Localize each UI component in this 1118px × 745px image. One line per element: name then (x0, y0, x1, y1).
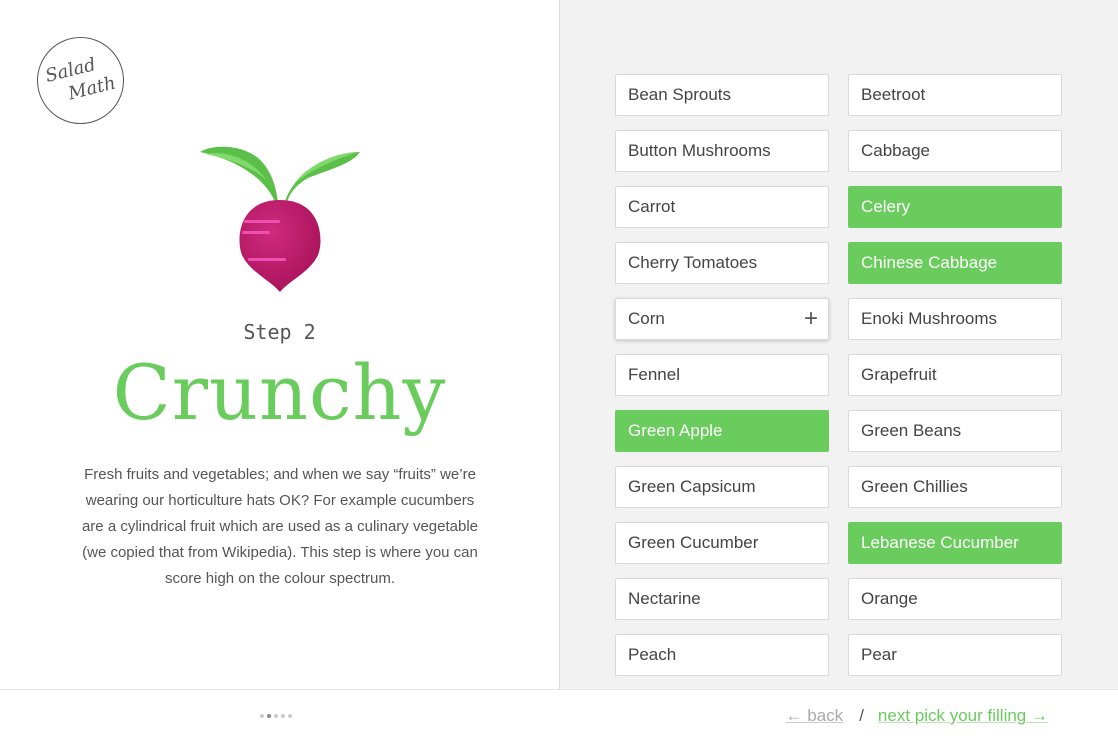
progress-dot (260, 714, 264, 718)
plus-icon[interactable]: + (804, 299, 818, 339)
ingredient-option[interactable]: Enoki Mushrooms (848, 298, 1062, 340)
step-label: Step 2 (243, 320, 316, 344)
ingredient-label: Grapefruit (861, 365, 937, 384)
ingredient-label: Nectarine (628, 589, 701, 608)
ingredient-option[interactable]: Chinese Cabbage (848, 242, 1062, 284)
ingredient-option[interactable]: Green Capsicum (615, 466, 829, 508)
ingredient-label: Button Mushrooms (628, 141, 771, 160)
ingredient-label: Green Chillies (861, 477, 968, 496)
progress-dot (274, 714, 278, 718)
ingredient-option[interactable]: Button Mushrooms (615, 130, 829, 172)
intro-panel: Salad Math Step 2 Crunchy Fresh fruits a… (0, 0, 559, 689)
ingredient-label: Cabbage (861, 141, 931, 160)
ingredient-option[interactable]: Green Cucumber (615, 522, 829, 564)
ingredient-option[interactable]: Carrot (615, 186, 829, 228)
progress-dots (260, 714, 292, 718)
ingredient-label: Enoki Mushrooms (861, 309, 998, 328)
ingredient-label: Green Cucumber (628, 533, 759, 552)
ingredient-label: Corn (628, 309, 665, 328)
step-description: Fresh fruits and vegetables; and when we… (81, 466, 479, 587)
next-link[interactable]: next pick your filling → (878, 706, 1048, 726)
ingredient-option[interactable]: Green Chillies (848, 466, 1062, 508)
footer: ← back / next pick your filling → (0, 689, 1118, 745)
ingredient-label: Bean Sprouts (628, 85, 732, 104)
ingredient-option[interactable]: Fennel (615, 354, 829, 396)
ingredient-option[interactable]: Corn + (615, 298, 829, 340)
ingredient-option[interactable]: Lebanese Cucumber (848, 522, 1062, 564)
ingredient-option[interactable]: Cherry Tomatoes (615, 242, 829, 284)
ingredient-label: Peach (628, 645, 677, 664)
progress-dot (288, 714, 292, 718)
ingredient-label: Fennel (628, 365, 680, 384)
ingredient-label: Carrot (628, 197, 676, 216)
beetroot-icon (200, 146, 360, 292)
ingredient-option[interactable]: Green Beans (848, 410, 1062, 452)
ingredient-label: Green Apple (628, 421, 723, 440)
ingredient-option[interactable]: Pear (848, 634, 1062, 676)
progress-dot (267, 714, 271, 718)
nav-separator: / (859, 706, 864, 725)
ingredient-label: Chinese Cabbage (861, 253, 998, 272)
ingredient-option[interactable]: Green Apple (615, 410, 829, 452)
ingredient-label: Beetroot (861, 85, 926, 104)
ingredient-label: Celery (861, 197, 911, 216)
ingredient-label: Lebanese Cucumber (861, 533, 1019, 552)
salad-math-logo[interactable]: Salad Math (37, 37, 124, 124)
ingredient-option[interactable]: Celery (848, 186, 1062, 228)
ingredient-label: Pear (861, 645, 897, 664)
progress-dot (281, 714, 285, 718)
ingredient-label: Cherry Tomatoes (628, 253, 758, 272)
ingredient-option[interactable]: Orange (848, 578, 1062, 620)
ingredient-option[interactable]: Beetroot (848, 74, 1062, 116)
ingredient-label: Orange (861, 589, 918, 608)
back-link[interactable]: ← back (786, 706, 844, 726)
ingredient-option[interactable]: Nectarine (615, 578, 829, 620)
ingredient-option[interactable]: Peach (615, 634, 829, 676)
ingredient-option[interactable]: Bean Sprouts (615, 74, 829, 116)
step-title: Crunchy (112, 348, 447, 437)
ingredient-option[interactable]: Cabbage (848, 130, 1062, 172)
ingredient-option[interactable]: Grapefruit (848, 354, 1062, 396)
step-navigation: ← back / next pick your filling → (786, 706, 1048, 726)
ingredient-label: Green Beans (861, 421, 962, 440)
ingredient-label: Green Capsicum (628, 477, 756, 496)
